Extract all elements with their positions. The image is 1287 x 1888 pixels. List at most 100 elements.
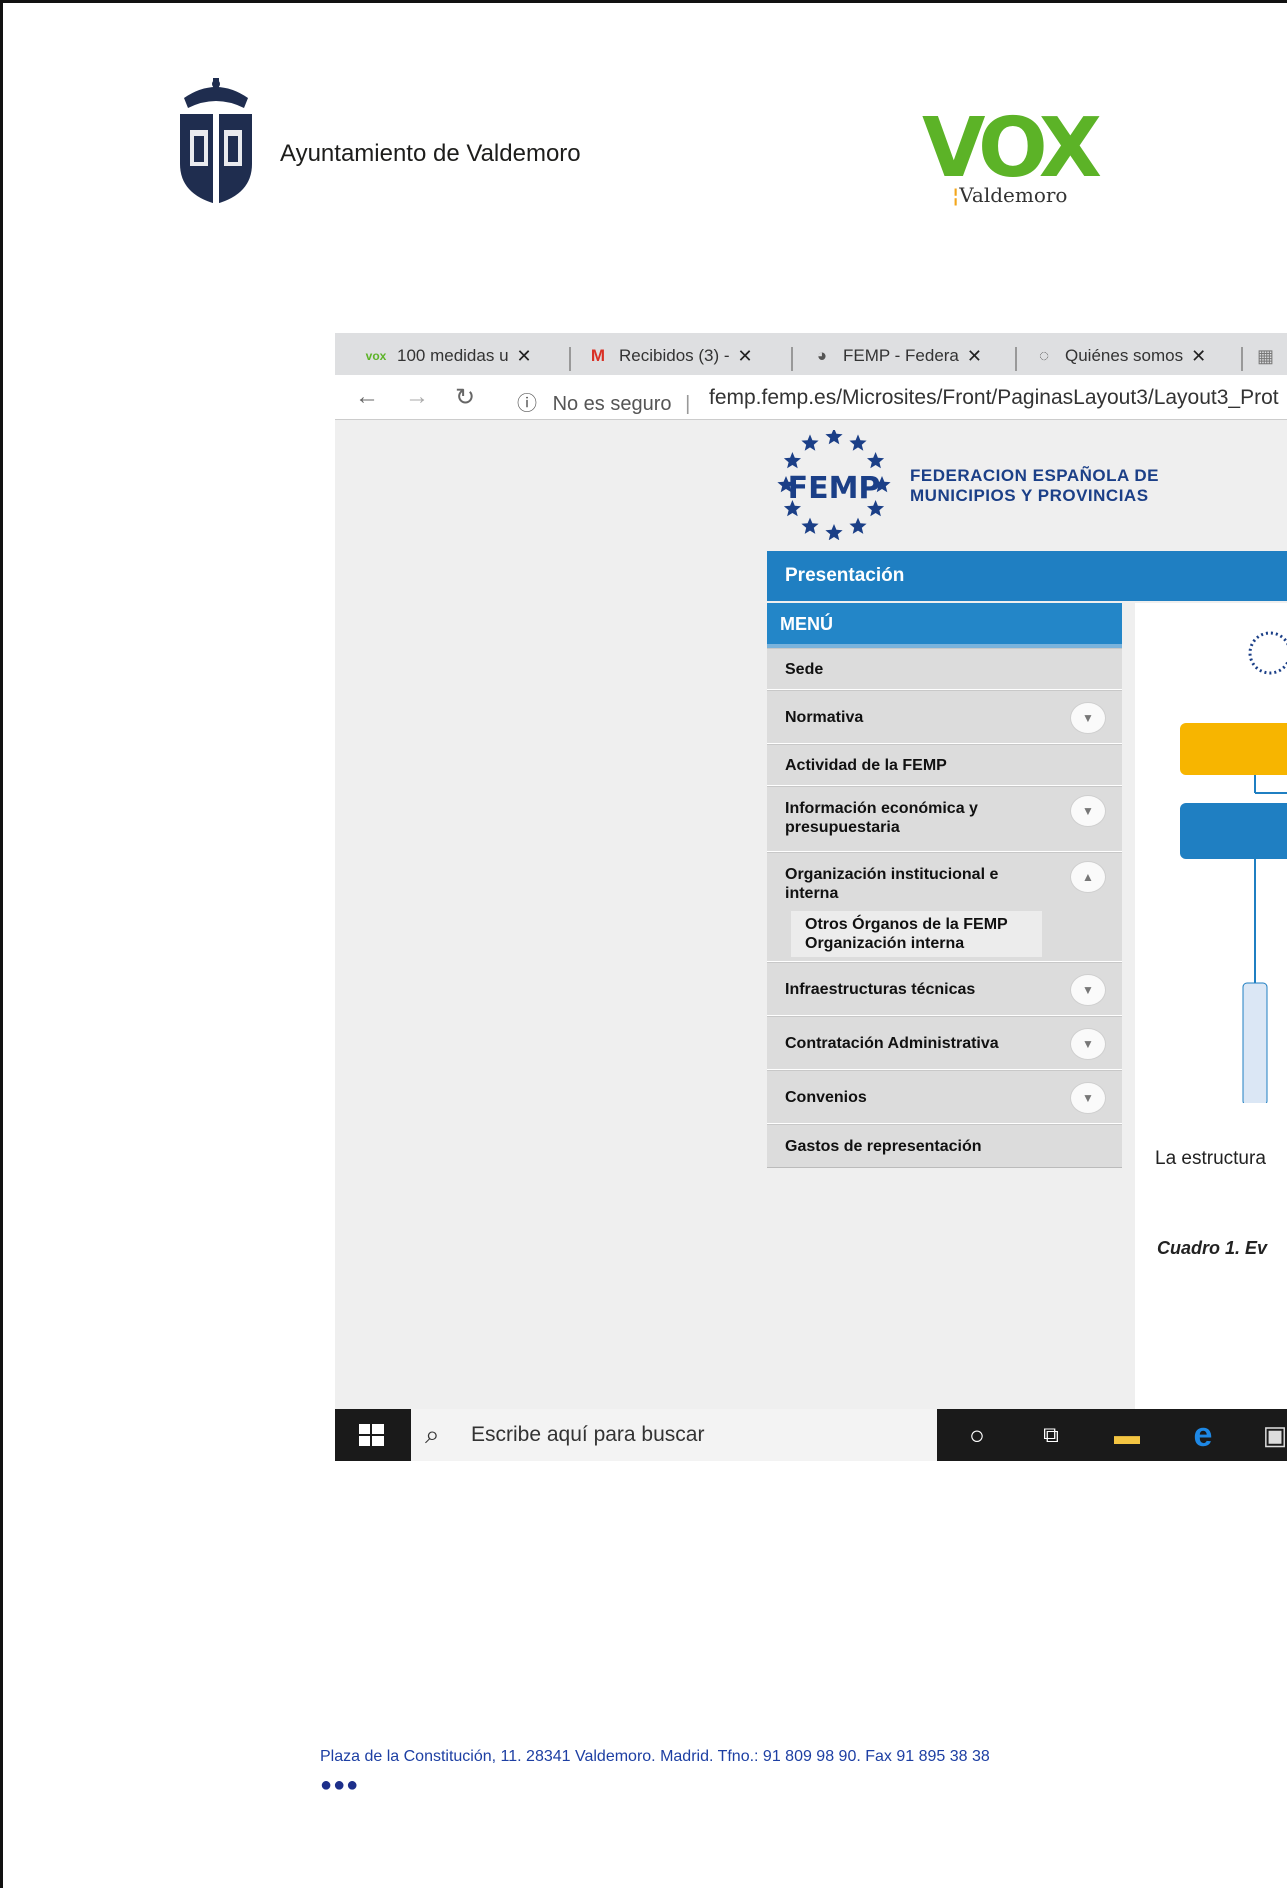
tab-close-icon[interactable]: ✕ <box>738 346 753 367</box>
search-icon: ⌕ <box>425 1419 440 1449</box>
browser-tab-vox[interactable]: vox 100 medidas u ✕ <box>363 339 532 373</box>
chevron-up-icon[interactable]: ▲ <box>1070 861 1106 893</box>
tab-label: Recibidos (3) - <box>619 346 730 365</box>
windows-taskbar: ⌕ Escribe aquí para buscar ○ ⧉ ▬ e ▣ <box>335 1409 1287 1461</box>
menu-item-label: Organización institucional e interna <box>785 866 999 902</box>
task-view-icon[interactable]: ⧉ <box>1021 1409 1081 1461</box>
back-arrow-icon[interactable]: ← <box>355 383 379 411</box>
windows-start-icon[interactable] <box>335 1409 409 1461</box>
femp-title-line1: FEDERACION ESPAÑOLA DE <box>910 466 1160 485</box>
menu-item-actividad[interactable]: Actividad de la FEMP <box>767 744 1122 786</box>
femp-page: FEMP FEDERACION ESPAÑOLA DE MUNICIPIOS Y… <box>335 420 1287 1409</box>
url-separator: | <box>685 393 691 415</box>
tab-separator <box>791 347 793 371</box>
tab-separator <box>569 347 571 371</box>
femp-star-icon <box>801 517 819 534</box>
tab-close-icon[interactable]: ✕ <box>1191 346 1206 367</box>
femp-star-icon <box>783 452 801 469</box>
forward-arrow-icon[interactable]: → <box>405 383 429 411</box>
menu-item-label: Contratación Administrativa <box>785 1035 999 1052</box>
menu-item-label: Actividad de la FEMP <box>785 757 947 774</box>
vox-logo-subtitle: ¦Valdemoro <box>952 183 1068 207</box>
femp-star-icon <box>801 434 819 451</box>
browser-tab-partial[interactable]: ▦ <box>1257 339 1274 373</box>
menu-header: MENÚ <box>767 603 1122 648</box>
menu-item-label: Sede <box>785 661 824 678</box>
browser-tab-gmail[interactable]: M Recibidos (3) - ✕ <box>585 339 753 373</box>
chevron-down-icon[interactable]: ▼ <box>1070 1028 1106 1060</box>
chevron-down-icon[interactable]: ▼ <box>1070 1082 1106 1114</box>
menu-item-convenios[interactable]: Convenios ▼ <box>767 1070 1122 1124</box>
browser-tab-femp[interactable]: ◕ FEMP - Federa ✕ <box>809 339 982 373</box>
femp-star-icon <box>825 524 843 540</box>
presentacion-bar[interactable]: Presentación <box>767 551 1287 601</box>
femp-federation-title: FEDERACION ESPAÑOLA DE MUNICIPIOS Y PROV… <box>910 466 1159 506</box>
content-panel: La estructura Cuadro 1. Ev <box>1135 603 1287 1409</box>
femp-star-icon <box>867 452 885 469</box>
vox-logo-word: VOX <box>922 101 1102 196</box>
url-input[interactable]: femp.femp.es/Microsites/Front/PaginasLay… <box>709 386 1279 410</box>
femp-star-icon <box>849 517 867 534</box>
chevron-down-icon[interactable]: ▼ <box>1070 795 1106 827</box>
organizacion-submenu: Otros Órganos de la FEMP Organización in… <box>791 911 1042 957</box>
side-menu: Sede Normativa ▼ Actividad de la FEMP In… <box>767 648 1122 1168</box>
estructura-text: La estructura <box>1155 1148 1266 1169</box>
menu-item-sede[interactable]: Sede <box>767 648 1122 690</box>
chevron-down-icon[interactable]: ▼ <box>1070 702 1106 734</box>
menu-item-infraestructuras[interactable]: Infraestructuras técnicas ▼ <box>767 962 1122 1016</box>
store-icon[interactable]: ▣ <box>1245 1409 1287 1461</box>
menu-item-contratacion[interactable]: Contratación Administrativa ▼ <box>767 1016 1122 1070</box>
menu-item-label: Infraestructuras técnicas <box>785 981 976 998</box>
ayuntamiento-name: Ayuntamiento de Valdemoro <box>280 140 581 167</box>
submenu-item-organizacion-interna[interactable]: Organización interna <box>805 934 1028 953</box>
tab-close-icon[interactable]: ✕ <box>517 346 532 367</box>
femp-star-icon <box>849 434 867 451</box>
vox-logo: VOX ¦Valdemoro <box>922 108 1122 208</box>
menu-item-gastos[interactable]: Gastos de representación <box>767 1124 1122 1168</box>
femp-stars-logo-icon: FEMP <box>777 430 891 540</box>
security-label: No es seguro <box>552 393 672 415</box>
frame-border-top <box>0 0 1287 3</box>
footer-address: Plaza de la Constitución, 11. 28341 Vald… <box>320 1748 990 1765</box>
tab-close-icon[interactable]: ✕ <box>967 346 982 367</box>
chevron-down-icon[interactable]: ▼ <box>1070 974 1106 1006</box>
vox-favicon-icon: vox <box>365 349 387 363</box>
tab-label: Quiénes somos <box>1065 346 1184 365</box>
ayuntamiento-crest-icon <box>180 78 252 204</box>
taskbar-search-box[interactable]: ⌕ Escribe aquí para buscar <box>411 1409 937 1461</box>
edge-browser-icon[interactable]: e <box>1173 1409 1233 1461</box>
svg-text:FEMP: FEMP <box>788 471 881 506</box>
tab-separator <box>1241 347 1243 371</box>
menu-item-informacion-economica[interactable]: Información económica y presupuestaria ▼ <box>767 786 1122 852</box>
embedded-browser-screenshot: vox 100 medidas u ✕ M Recibidos (3) - ✕ … <box>335 333 1287 1461</box>
submenu-item-otros-organos[interactable]: Otros Órganos de la FEMP <box>805 915 1028 934</box>
menu-item-label: Convenios <box>785 1089 867 1106</box>
menu-item-label: Normativa <box>785 709 864 726</box>
browser-tab-bar: vox 100 medidas u ✕ M Recibidos (3) - ✕ … <box>335 333 1287 375</box>
footer-dots: ●●● <box>320 1774 360 1796</box>
browser-address-bar: ← → ↻ ⓘ No es seguro | femp.femp.es/Micr… <box>335 375 1287 420</box>
browser-tab-quienes-somos[interactable]: ◌ Quiénes somos ✕ <box>1031 339 1206 373</box>
loading-favicon-icon: ◌ <box>1038 346 1050 365</box>
site-info[interactable]: ⓘ No es seguro | <box>517 387 690 416</box>
gmail-favicon-icon: M <box>590 346 606 365</box>
menu-item-label: Información económica y presupuestaria <box>785 800 978 836</box>
grid-favicon-icon: ▦ <box>1257 345 1275 366</box>
menu-item-label: Gastos de representación <box>785 1138 982 1155</box>
menu-item-organizacion[interactable]: Organización institucional e interna ▲ O… <box>767 852 1122 962</box>
reload-icon[interactable]: ↻ <box>455 383 475 412</box>
tab-label: FEMP - Federa <box>843 346 959 365</box>
tab-separator <box>1015 347 1017 371</box>
cortana-circle-icon[interactable]: ○ <box>947 1409 1007 1461</box>
frame-border-left <box>0 0 3 1888</box>
menu-item-normativa[interactable]: Normativa ▼ <box>767 690 1122 744</box>
femp-star-icon <box>825 430 843 445</box>
taskbar-search-placeholder: Escribe aquí para buscar <box>471 1423 705 1446</box>
globe-favicon-icon: ◕ <box>816 346 828 365</box>
cuadro-caption: Cuadro 1. Ev <box>1157 1238 1268 1258</box>
femp-title-line2: MUNICIPIOS Y PROVINCIAS <box>910 486 1149 505</box>
tab-label: 100 medidas u <box>397 346 509 365</box>
info-icon: ⓘ <box>517 393 537 415</box>
file-explorer-icon[interactable]: ▬ <box>1097 1409 1157 1461</box>
organization-chart-image <box>1180 631 1287 1103</box>
